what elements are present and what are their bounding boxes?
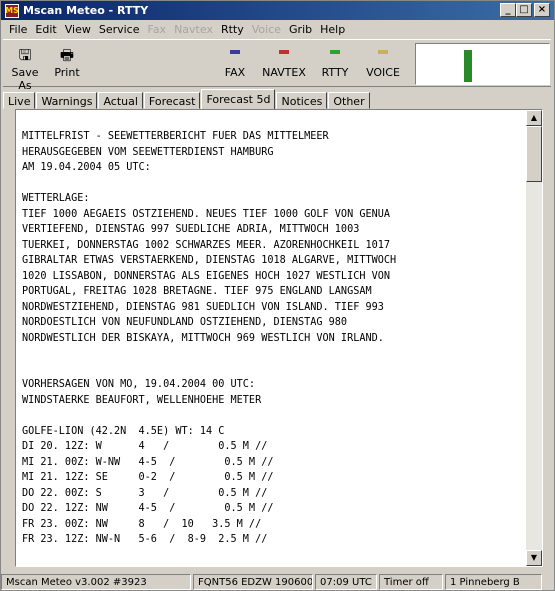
save-as-button[interactable]: 🖫 Save As <box>7 44 43 92</box>
app-icon: MS <box>5 3 19 18</box>
tab-notices[interactable]: Notices <box>276 92 328 109</box>
text-line: DO 22. 00Z: S 3 / 0.5 M // <box>22 487 268 499</box>
menu-edit[interactable]: Edit <box>31 23 60 36</box>
fax-indicator-icon <box>230 50 240 54</box>
print-button[interactable]: 🖶 Print <box>51 44 83 79</box>
status-time: 07:09 UTC <box>315 574 377 590</box>
menu-file[interactable]: File <box>5 23 31 36</box>
menu-voice[interactable]: Voice <box>248 23 285 36</box>
mode-navtex-label: NAVTEX <box>262 66 306 79</box>
mode-navtex-button[interactable]: NAVTEX <box>259 50 309 79</box>
menu-help[interactable]: Help <box>316 23 349 36</box>
vertical-scrollbar[interactable]: ▲ ▼ <box>526 110 542 566</box>
text-line: TIEF 1000 AEGAEIS OSTZIEHEND. NEUES TIEF… <box>22 208 391 220</box>
toolbar: 🖫 Save As 🖶 Print FAX NAVTEX RTTY VOICE <box>3 39 551 92</box>
menu-bar: File Edit View Service Fax Navtex Rtty V… <box>1 20 554 38</box>
menu-navtex[interactable]: Navtex <box>170 23 217 36</box>
forecast-text: MITTELFRIST - SEEWETTERBERICHT FUER DAS … <box>22 129 520 548</box>
save-as-icon: 🖫 <box>18 46 32 64</box>
text-line: VERTIEFEND, DIENSTAG 997 SUEDLICHE ADRIA… <box>22 224 360 235</box>
tab-forecast[interactable]: Forecast <box>143 92 201 109</box>
status-timer: Timer off <box>379 574 443 590</box>
tab-other[interactable]: Other <box>328 92 370 109</box>
text-line: WETTERLAGE: <box>22 193 90 204</box>
tab-live[interactable]: Live <box>3 92 36 109</box>
mode-voice-label: VOICE <box>366 66 400 79</box>
tab-actual[interactable]: Actual <box>98 92 143 109</box>
text-line: DI 20. 12Z: W 4 / 0.5 M // <box>22 441 268 452</box>
text-line: MITTELFRIST - SEEWETTERBERICHT FUER DAS … <box>22 131 329 142</box>
scroll-thumb[interactable] <box>526 126 542 182</box>
navtex-indicator-icon <box>279 50 289 54</box>
text-line: NORDWESTLICH DER BISKAYA, MITTWOCH 969 W… <box>22 332 384 344</box>
text-line: GOLFE-LION (42.2N 4.5E) WT: 14 C <box>22 425 225 437</box>
text-line: HERAUSGEGEBEN VOM SEEWETTERDIENST HAMBUR… <box>22 146 274 158</box>
status-bar: Mscan Meteo v3.002 #3923 FQNT56 EDZW 190… <box>1 573 554 590</box>
text-line: FR 23. 00Z: NW 8 / 10 3.5 M // <box>22 518 262 530</box>
text-line <box>22 408 520 424</box>
forecast-text-area[interactable]: MITTELFRIST - SEEWETTERBERICHT FUER DAS … <box>15 109 543 567</box>
tab-bar: Live Warnings Actual Forecast Forecast 5… <box>3 89 551 109</box>
scroll-down-arrow-icon[interactable]: ▼ <box>526 550 542 566</box>
text-line: DO 22. 12Z: NW 4-5 / 0.5 M // <box>22 503 274 514</box>
status-bulletin: FQNT56 EDZW 190600 <box>193 574 313 590</box>
text-line: AM 19.04.2004 05 UTC: <box>22 162 151 173</box>
maximize-button[interactable]: □ <box>516 3 532 17</box>
rtty-indicator-icon <box>330 50 340 54</box>
text-line: 1020 LISSABON, DONNERSTAG ALS EIGENES HO… <box>22 270 391 282</box>
text-line <box>22 176 520 192</box>
close-button[interactable]: × <box>534 3 550 17</box>
mode-fax-button[interactable]: FAX <box>217 50 253 79</box>
text-line: FR 23. 12Z: NW-N 5-6 / 8-9 2.5 M // <box>22 534 268 545</box>
status-station: 1 Pinneberg B <box>445 574 542 590</box>
mode-rtty-button[interactable]: RTTY <box>315 50 355 79</box>
text-line: GIBRALTAR ETWAS VERSTAERKEND, DIENSTAG 1… <box>22 255 397 266</box>
printer-icon: 🖶 <box>59 46 75 64</box>
menu-rtty[interactable]: Rtty <box>217 23 248 36</box>
window-title: Mscan Meteo - RTTY <box>23 4 149 17</box>
title-bar: MS Mscan Meteo - RTTY _ □ × <box>1 1 554 20</box>
text-line <box>22 362 520 378</box>
text-line: VORHERSAGEN VON MO, 19.04.2004 00 UTC: <box>22 379 256 390</box>
menu-view[interactable]: View <box>61 23 95 36</box>
tab-warnings[interactable]: Warnings <box>36 92 98 109</box>
scroll-up-arrow-icon[interactable]: ▲ <box>526 110 542 126</box>
text-line: PORTUGAL, FREITAG 1028 BRETAGNE. TIEF 97… <box>22 286 372 297</box>
minimize-button[interactable]: _ <box>500 3 516 17</box>
text-line: MI 21. 00Z: W-NW 4-5 / 0.5 M // <box>22 456 274 468</box>
text-line: NORDOESTLICH VON NEUFUNDLAND OSTZIEHEND,… <box>22 317 348 328</box>
menu-service[interactable]: Service <box>95 23 144 36</box>
text-line: MI 21. 12Z: SE 0-2 / 0.5 M // <box>22 472 274 483</box>
signal-level-bar <box>464 50 472 82</box>
text-line: TUERKEI, DONNERSTAG 1002 SCHWARZES MEER.… <box>22 239 391 251</box>
mode-rtty-label: RTTY <box>321 66 349 79</box>
text-line <box>22 346 520 362</box>
text-line: NORDWESTZIEHEND, DIENSTAG 981 SUEDLICH V… <box>22 301 384 313</box>
menu-fax[interactable]: Fax <box>144 23 171 36</box>
menu-grib[interactable]: Grib <box>285 23 316 36</box>
mode-fax-label: FAX <box>224 66 246 79</box>
signal-meter <box>415 43 550 85</box>
print-label: Print <box>54 66 80 79</box>
status-version: Mscan Meteo v3.002 #3923 <box>1 574 191 590</box>
app-window: MS Mscan Meteo - RTTY _ □ × File Edit Vi… <box>0 0 555 591</box>
tab-forecast-5d[interactable]: Forecast 5d <box>201 89 276 109</box>
voice-indicator-icon <box>378 50 388 54</box>
mode-voice-button[interactable]: VOICE <box>361 50 405 79</box>
text-line: WINDSTAERKE BEAUFORT, WELLENHOEHE METER <box>22 394 262 406</box>
